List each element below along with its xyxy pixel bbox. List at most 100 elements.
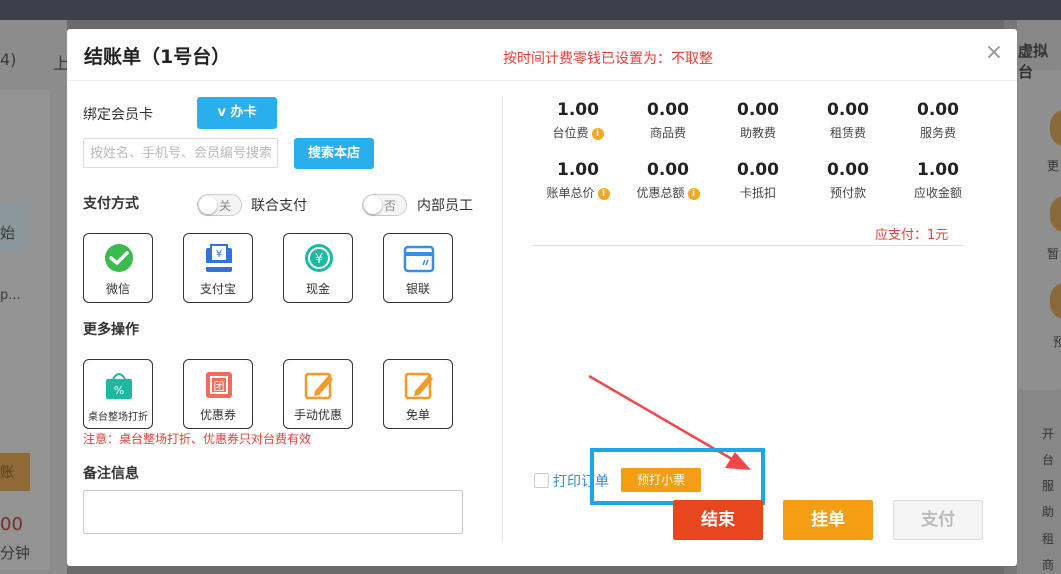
manual-discount-tile[interactable]: 手动优惠 <box>283 359 353 429</box>
search-store-button[interactable]: 搜索本店 <box>294 138 374 169</box>
combined-pay-state: 关 <box>219 199 232 213</box>
combined-pay-label: 联合支付 <box>251 198 307 214</box>
table-discount-label: 桌台整场打折 <box>88 412 148 423</box>
member-search-input[interactable] <box>83 138 278 168</box>
prepaid-value: 0.00 <box>827 160 869 180</box>
bg-right-4: 开 <box>1042 427 1055 441</box>
bg-right-7: 助 <box>1042 505 1055 519</box>
free-order-label: 免单 <box>405 408 430 422</box>
table-discount-tile[interactable]: % 桌台整场打折 <box>83 359 153 429</box>
pay-alipay-tile[interactable]: ¥ 支付宝 <box>183 233 253 303</box>
coach-fee-value: 0.00 <box>737 100 779 120</box>
remark-label: 备注信息 <box>83 466 139 482</box>
rental-fee-value: 0.00 <box>827 100 869 120</box>
bg-text-4: p... <box>0 288 21 303</box>
edit-pencil-icon <box>304 372 333 400</box>
hang-order-button[interactable]: 挂单 <box>783 500 873 540</box>
bg-text-1: 4) <box>0 50 17 69</box>
pay-wechat-label: 微信 <box>105 282 130 296</box>
toggle-knob <box>199 196 217 214</box>
table-fee-value: 1.00 <box>557 100 599 120</box>
staff-state: 否 <box>384 199 397 213</box>
bill-total-value: 1.00 <box>557 160 599 180</box>
manual-discount-label: 手动优惠 <box>293 408 342 422</box>
info-icon[interactable]: i <box>591 128 604 140</box>
summary-goods-fee: 0.00 商品费 <box>623 100 713 141</box>
staff-label: 内部员工 <box>417 198 473 214</box>
bg-right-title: 虚拟台 <box>1018 42 1049 81</box>
wechat-icon <box>105 244 133 272</box>
bill-total-label: 账单总价 <box>546 186 595 200</box>
member-card-label: 绑定会员卡 <box>83 107 153 123</box>
coupon-tile[interactable]: 团 优惠券 <box>183 359 253 429</box>
dialog-header: 结账单（1号台） 按时间计费零钱已设置为：不取整 × <box>67 29 1017 81</box>
bg-right-2: 暂 <box>1047 247 1060 261</box>
alipay-icon: ¥ <box>206 244 232 272</box>
bank-card-icon <box>403 245 435 273</box>
summary-discount-total: 0.00 优惠总额 i <box>623 160 713 201</box>
rounding-notice: 按时间计费零钱已设置为：不取整 <box>503 51 713 67</box>
more-ops-label: 更多操作 <box>83 322 139 338</box>
discount-total-value: 0.00 <box>647 160 689 180</box>
bg-right-8: 租 <box>1042 532 1055 546</box>
staff-toggle[interactable]: 否 <box>362 194 407 216</box>
summary-coach-fee: 0.00 助教费 <box>713 100 803 141</box>
svg-text:团: 团 <box>214 380 225 393</box>
pay-unionpay-label: 银联 <box>405 282 430 296</box>
pay-cash-label: 现金 <box>305 282 330 296</box>
pay-button[interactable]: 支付 <box>893 500 983 540</box>
service-fee-value: 0.00 <box>917 100 959 120</box>
goods-fee-value: 0.00 <box>647 100 689 120</box>
pay-wechat-tile[interactable]: 微信 <box>83 233 153 303</box>
table-fee-label: 台位费 <box>552 126 589 140</box>
svg-text:¥: ¥ <box>315 252 323 267</box>
summary-prepaid: 0.00 预付款 <box>803 160 893 201</box>
summary-table-fee: 1.00 台位费 i <box>533 100 623 141</box>
cash-coin-icon: ¥ <box>305 244 333 272</box>
free-order-tile[interactable]: 免单 <box>383 359 453 429</box>
bg-text-3: 始 <box>0 224 16 242</box>
bg-right-1: 更 <box>1047 159 1060 173</box>
print-order-checkbox[interactable] <box>534 473 549 488</box>
coach-fee-label: 助教费 <box>739 126 776 140</box>
summary-card-deduct: 0.00 卡抵扣 <box>713 160 803 201</box>
bg-text-7: 分钟 <box>0 544 31 562</box>
summary-bill-total: 1.00 账单总价 i <box>533 160 623 201</box>
coupon-label: 优惠券 <box>199 408 236 422</box>
info-icon[interactable]: i <box>687 188 700 200</box>
discount-total-label: 优惠总额 <box>636 186 685 200</box>
remark-textarea[interactable] <box>83 490 463 534</box>
bg-text-6: 00 <box>0 514 23 535</box>
background-left-inner <box>0 90 50 570</box>
finish-button[interactable]: 结束 <box>673 500 763 540</box>
bg-text-5: 账 <box>0 465 14 481</box>
bg-right-3: 预 <box>1053 335 1061 349</box>
discount-bag-icon: % <box>106 373 132 399</box>
toggle-knob <box>364 196 382 214</box>
rental-fee-label: 租赁费 <box>829 126 866 140</box>
combined-pay-toggle[interactable]: 关 <box>197 194 242 216</box>
card-deduct-value: 0.00 <box>737 160 779 180</box>
amount-due: 应支付：1元 <box>875 228 949 243</box>
group-coupon-icon: 团 <box>206 372 232 398</box>
app-top-bar <box>0 0 1061 20</box>
new-card-button[interactable]: v 办卡 <box>197 97 277 129</box>
pay-alipay-label: 支付宝 <box>199 282 236 296</box>
pay-unionpay-tile[interactable]: 银联 <box>383 233 453 303</box>
bg-right-6: 服 <box>1042 479 1055 493</box>
payment-method-label: 支付方式 <box>83 196 139 212</box>
card-deduct-label: 卡抵扣 <box>739 186 776 200</box>
pay-cash-tile[interactable]: ¥ 现金 <box>283 233 353 303</box>
summary-divider <box>533 245 963 246</box>
edit-pencil-icon <box>404 372 433 400</box>
prepaid-label: 预付款 <box>829 186 866 200</box>
service-fee-label: 服务费 <box>919 126 956 140</box>
receivable-value: 1.00 <box>917 160 959 180</box>
discount-note: 注意：桌台整场打折、优惠券只对台费有效 <box>83 432 312 446</box>
close-icon[interactable]: × <box>984 42 1004 64</box>
annotation-highlight-box <box>590 448 765 505</box>
summary-rental-fee: 0.00 租赁费 <box>803 100 893 141</box>
bg-right-9: 商 <box>1042 558 1055 572</box>
svg-text:%: % <box>114 384 124 397</box>
info-icon[interactable]: i <box>597 188 610 200</box>
